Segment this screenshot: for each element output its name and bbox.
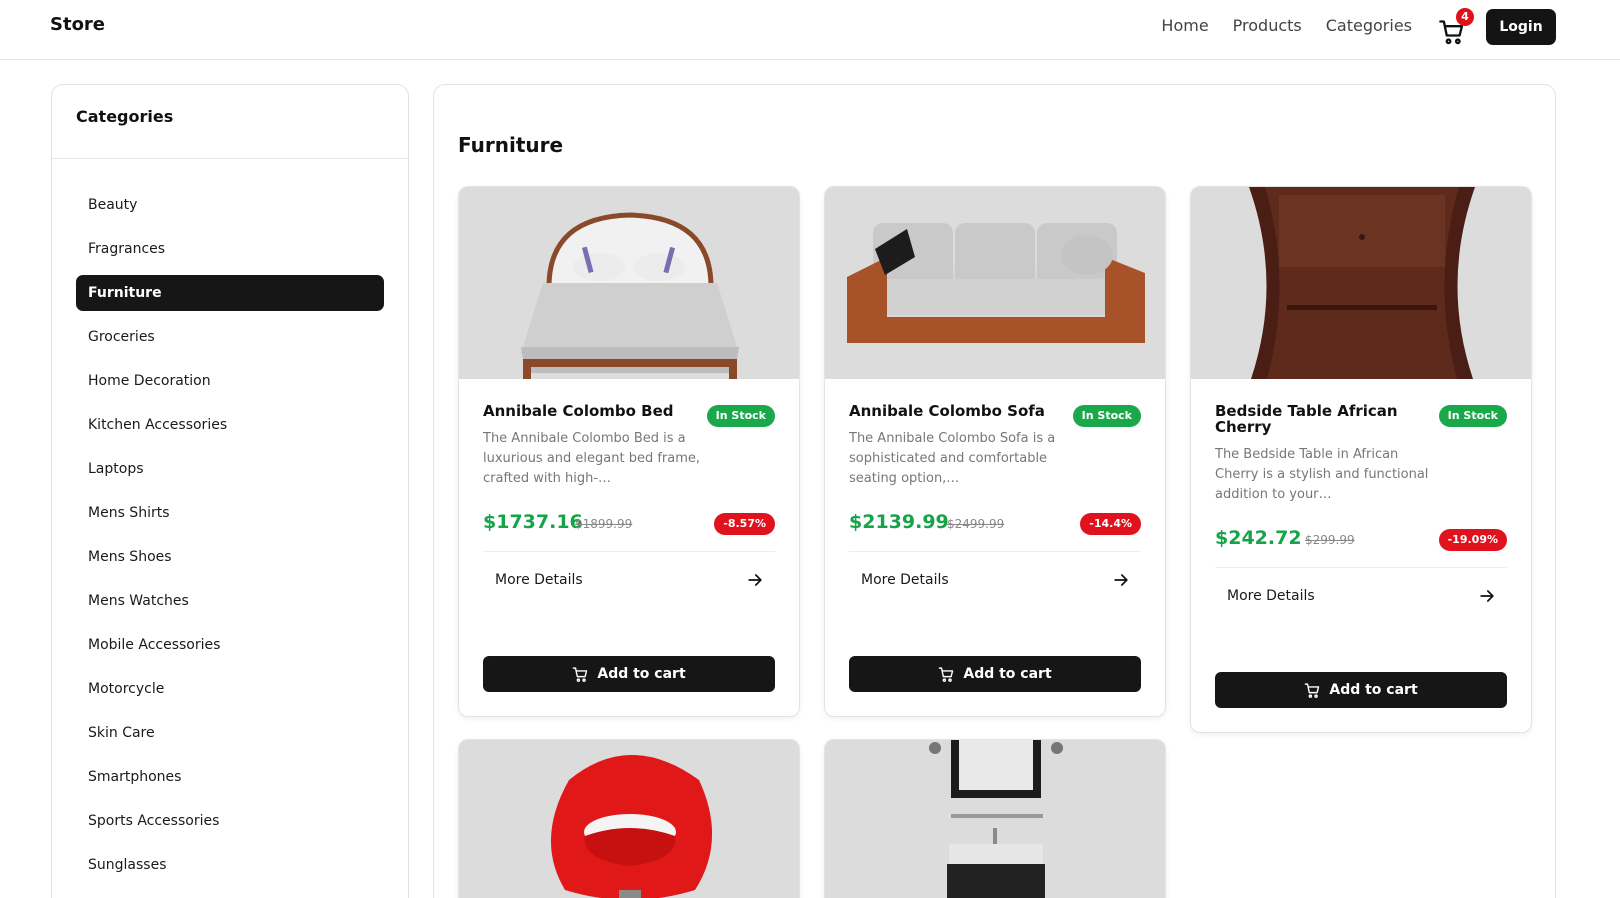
discount-badge: -8.57% bbox=[714, 513, 775, 535]
sidebar-item-groceries[interactable]: Groceries bbox=[76, 319, 384, 355]
chair-illustration bbox=[459, 740, 799, 898]
add-to-cart-button[interactable]: Add to cart bbox=[483, 656, 775, 692]
bedside-table-illustration bbox=[1191, 187, 1531, 379]
cart-icon bbox=[1305, 682, 1320, 698]
categories-sidebar: Categories Beauty Fragrances Furniture Groc… bbox=[51, 84, 409, 898]
vanity-illustration bbox=[825, 740, 1165, 898]
sidebar-item-fragrances[interactable]: Fragrances bbox=[76, 231, 384, 267]
product-card bbox=[824, 739, 1166, 898]
nav-links: Home Products Categories bbox=[1161, 16, 1412, 35]
product-description: The Annibale Colombo Sofa is a sophistic… bbox=[849, 431, 1056, 486]
sidebar-item-skin-care[interactable]: Skin Care bbox=[76, 715, 384, 751]
sidebar-title: Categories bbox=[52, 85, 408, 159]
stock-badge: In Stock bbox=[1072, 405, 1141, 427]
top-navbar: Store Home Products Categories 4 Login bbox=[0, 0, 1620, 60]
more-details-label: More Details bbox=[1227, 588, 1315, 604]
nav-link-products[interactable]: Products bbox=[1233, 16, 1302, 35]
price-row: $2139.99 $2499.99 -14.4% bbox=[849, 511, 1141, 552]
product-image[interactable] bbox=[825, 740, 1165, 898]
discount-badge: -19.09% bbox=[1438, 529, 1507, 551]
sidebar-item-home-decoration[interactable]: Home Decoration bbox=[76, 363, 384, 399]
sidebar-item-mobile-accessories[interactable]: Mobile Accessories bbox=[76, 627, 384, 663]
more-details-label: More Details bbox=[861, 572, 949, 588]
cart-button[interactable]: 4 bbox=[1436, 8, 1474, 45]
product-section: Furniture Annibale Colombo Bed In Stock … bbox=[433, 84, 1556, 898]
arrow-right-icon bbox=[1114, 574, 1128, 586]
sidebar-item-beauty[interactable]: Beauty bbox=[76, 187, 384, 223]
original-price: $1899.99 bbox=[575, 517, 633, 531]
more-details-link[interactable]: More Details bbox=[483, 552, 775, 614]
stock-badge: In Stock bbox=[1438, 405, 1507, 427]
arrow-right-icon bbox=[1480, 590, 1494, 602]
add-to-cart-button[interactable]: Add to cart bbox=[849, 656, 1141, 692]
product-card: Annibale Colombo Sofa In Stock The Annib… bbox=[824, 186, 1166, 717]
product-description: The Bedside Table in African Cherry is a… bbox=[1215, 447, 1429, 502]
product-image[interactable] bbox=[825, 187, 1165, 379]
brand-logo[interactable]: Store bbox=[50, 14, 105, 35]
login-button[interactable]: Login bbox=[1486, 9, 1556, 45]
arrow-right-icon bbox=[748, 574, 762, 586]
sidebar-item-sports-accessories[interactable]: Sports Accessories bbox=[76, 803, 384, 839]
product-price: $242.72 bbox=[1215, 527, 1302, 549]
sidebar-item-sunglasses[interactable]: Sunglasses bbox=[76, 847, 384, 883]
sidebar-item-laptops[interactable]: Laptops bbox=[76, 451, 384, 487]
product-title[interactable]: Annibale Colombo Sofa bbox=[849, 403, 1059, 419]
product-image[interactable] bbox=[459, 740, 799, 898]
add-to-cart-label: Add to cart bbox=[963, 666, 1052, 682]
sidebar-item-mens-shirts[interactable]: Mens Shirts bbox=[76, 495, 384, 531]
product-title[interactable]: Annibale Colombo Bed bbox=[483, 403, 693, 419]
sofa-illustration bbox=[825, 187, 1165, 379]
product-price: $2139.99 bbox=[849, 511, 949, 533]
original-price: $2499.99 bbox=[947, 517, 1005, 531]
page-title: Furniture bbox=[458, 133, 564, 157]
product-description: The Annibale Colombo Bed is a luxurious … bbox=[483, 431, 701, 486]
sidebar-item-furniture[interactable]: Furniture bbox=[76, 275, 384, 311]
product-image[interactable] bbox=[459, 187, 799, 379]
product-card: Bedside Table African Cherry In Stock Th… bbox=[1190, 186, 1532, 733]
more-details-link[interactable]: More Details bbox=[1215, 568, 1507, 630]
sidebar-item-motorcycle[interactable]: Motorcycle bbox=[76, 671, 384, 707]
sidebar-item-smartphones[interactable]: Smartphones bbox=[76, 759, 384, 795]
add-to-cart-label: Add to cart bbox=[1329, 682, 1418, 698]
cart-icon bbox=[939, 666, 954, 682]
nav-link-categories[interactable]: Categories bbox=[1326, 16, 1412, 35]
more-details-label: More Details bbox=[495, 572, 583, 588]
price-row: $242.72 $299.99 -19.09% bbox=[1215, 527, 1507, 568]
nav-link-home[interactable]: Home bbox=[1161, 16, 1208, 35]
sidebar-item-mens-shoes[interactable]: Mens Shoes bbox=[76, 539, 384, 575]
product-card bbox=[458, 739, 800, 898]
sidebar-item-kitchen-accessories[interactable]: Kitchen Accessories bbox=[76, 407, 384, 443]
product-price: $1737.16 bbox=[483, 511, 583, 533]
cart-count-badge: 4 bbox=[1456, 8, 1474, 26]
product-card: Annibale Colombo Bed In Stock The Anniba… bbox=[458, 186, 800, 717]
discount-badge: -14.4% bbox=[1080, 513, 1141, 535]
add-to-cart-label: Add to cart bbox=[597, 666, 686, 682]
more-details-link[interactable]: More Details bbox=[849, 552, 1141, 614]
stock-badge: In Stock bbox=[706, 405, 775, 427]
product-title[interactable]: Bedside Table African Cherry bbox=[1215, 403, 1425, 435]
cart-icon bbox=[573, 666, 588, 682]
price-row: $1737.16 $1899.99 -8.57% bbox=[483, 511, 775, 552]
bed-illustration bbox=[459, 187, 799, 379]
add-to-cart-button[interactable]: Add to cart bbox=[1215, 672, 1507, 708]
sidebar-item-mens-watches[interactable]: Mens Watches bbox=[76, 583, 384, 619]
original-price: $299.99 bbox=[1305, 533, 1355, 547]
category-list: Beauty Fragrances Furniture Groceries Home D… bbox=[52, 159, 408, 883]
product-image[interactable] bbox=[1191, 187, 1531, 379]
